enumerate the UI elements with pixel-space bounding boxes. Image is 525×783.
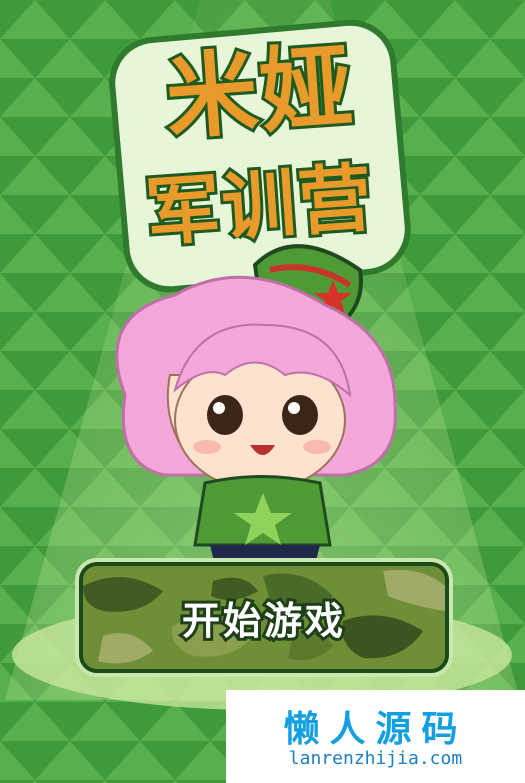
title-line-1: 米娅 <box>159 30 360 156</box>
watermark-url: lanrenzhijia.com <box>288 748 463 769</box>
start-game-label: 开始游戏 <box>179 596 346 646</box>
start-game-button[interactable]: 开始游戏 <box>79 562 449 673</box>
game-stage: 米娅 军训营 开始游戏 懒人源码 lanrenzhijia.com <box>0 0 525 783</box>
mia-character <box>115 244 397 565</box>
watermark: 懒人源码 lanrenzhijia.com <box>226 690 525 783</box>
watermark-chinese: 懒人源码 <box>283 709 468 750</box>
